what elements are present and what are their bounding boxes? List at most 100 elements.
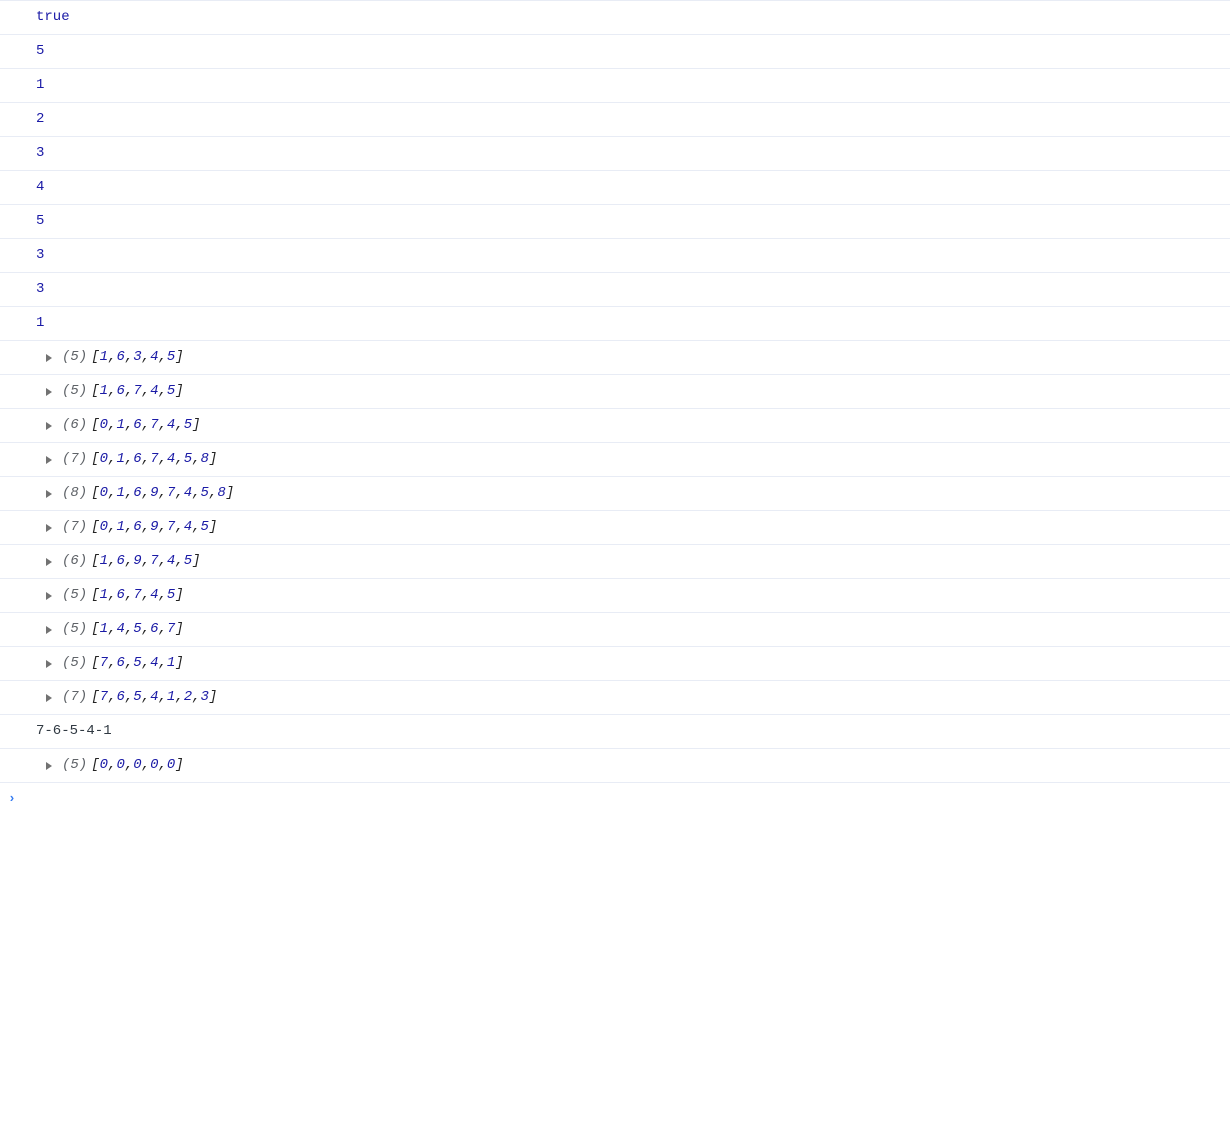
array-open-bracket: [ <box>91 653 99 674</box>
array-item: 5 <box>201 517 209 538</box>
array-item: 6 <box>116 687 124 708</box>
array-item: 7 <box>150 415 158 436</box>
array-comma: , <box>108 483 116 504</box>
array-comma: , <box>158 551 166 572</box>
array-length: (5) <box>62 755 87 776</box>
array-comma: , <box>158 585 166 606</box>
array-comma: , <box>175 687 183 708</box>
expand-triangle-icon[interactable] <box>46 558 52 566</box>
expand-triangle-icon[interactable] <box>46 762 52 770</box>
expand-triangle-icon[interactable] <box>46 422 52 430</box>
array-comma: , <box>125 755 133 776</box>
array-comma: , <box>192 687 200 708</box>
console-row[interactable]: (7) [0, 1, 6, 7, 4, 5, 8] <box>0 443 1230 477</box>
array-item: 5 <box>184 551 192 572</box>
console-row: 5 <box>0 35 1230 69</box>
array-item: 7 <box>133 585 141 606</box>
array-length: (7) <box>62 449 87 470</box>
array-comma: , <box>108 551 116 572</box>
console-row[interactable]: (5) [1, 4, 5, 6, 7] <box>0 613 1230 647</box>
array-comma: , <box>175 517 183 538</box>
array-comma: , <box>192 449 200 470</box>
expand-triangle-icon[interactable] <box>46 660 52 668</box>
console-row[interactable]: (7) [7, 6, 5, 4, 1, 2, 3] <box>0 681 1230 715</box>
array-item: 6 <box>116 381 124 402</box>
array-item: 1 <box>116 483 124 504</box>
console-row[interactable]: (5) [1, 6, 7, 4, 5] <box>0 375 1230 409</box>
array-comma: , <box>108 381 116 402</box>
array-close-bracket: ] <box>175 619 183 640</box>
array-comma: , <box>142 551 150 572</box>
array-item: 3 <box>201 687 209 708</box>
expand-triangle-icon[interactable] <box>46 592 52 600</box>
array-comma: , <box>142 585 150 606</box>
array-item: 0 <box>100 415 108 436</box>
array-close-bracket: ] <box>209 687 217 708</box>
array-comma: , <box>142 653 150 674</box>
expand-triangle-icon[interactable] <box>46 456 52 464</box>
array-item: 8 <box>201 449 209 470</box>
console-row[interactable]: (5) [1, 6, 7, 4, 5] <box>0 579 1230 613</box>
array-item: 1 <box>100 585 108 606</box>
array-item: 0 <box>100 449 108 470</box>
console-row[interactable]: (5) [7, 6, 5, 4, 1] <box>0 647 1230 681</box>
expand-triangle-icon[interactable] <box>46 354 52 362</box>
array-item: 1 <box>116 449 124 470</box>
number-value: 5 <box>36 211 44 232</box>
console-row: 1 <box>0 69 1230 103</box>
array-item: 0 <box>150 755 158 776</box>
array-item: 7 <box>100 687 108 708</box>
array-comma: , <box>108 347 116 368</box>
console-prompt-row[interactable]: › <box>0 783 1230 815</box>
array-comma: , <box>108 517 116 538</box>
array-close-bracket: ] <box>192 415 200 436</box>
array-item: 4 <box>167 449 175 470</box>
array-comma: , <box>158 483 166 504</box>
array-comma: , <box>142 415 150 436</box>
array-item: 3 <box>133 347 141 368</box>
array-length: (8) <box>62 483 87 504</box>
array-comma: , <box>175 449 183 470</box>
array-comma: , <box>125 687 133 708</box>
array-item: 9 <box>150 517 158 538</box>
console-row[interactable]: (6) [1, 6, 9, 7, 4, 5] <box>0 545 1230 579</box>
array-item: 4 <box>150 687 158 708</box>
console-row[interactable]: (7) [0, 1, 6, 9, 7, 4, 5] <box>0 511 1230 545</box>
expand-triangle-icon[interactable] <box>46 388 52 396</box>
array-item: 5 <box>184 415 192 436</box>
array-item: 5 <box>167 381 175 402</box>
array-length: (5) <box>62 619 87 640</box>
array-item: 4 <box>116 619 124 640</box>
array-comma: , <box>125 347 133 368</box>
console-row[interactable]: (8) [0, 1, 6, 9, 7, 4, 5, 8] <box>0 477 1230 511</box>
console-row[interactable]: (5) [0, 0, 0, 0, 0] <box>0 749 1230 783</box>
array-item: 1 <box>100 347 108 368</box>
array-comma: , <box>125 381 133 402</box>
expand-triangle-icon[interactable] <box>46 490 52 498</box>
console-row: 3 <box>0 273 1230 307</box>
expand-triangle-icon[interactable] <box>46 694 52 702</box>
console-row[interactable]: (6) [0, 1, 6, 7, 4, 5] <box>0 409 1230 443</box>
array-close-bracket: ] <box>175 381 183 402</box>
array-length: (5) <box>62 653 87 674</box>
expand-triangle-icon[interactable] <box>46 626 52 634</box>
console-row[interactable]: (5) [1, 6, 3, 4, 5] <box>0 341 1230 375</box>
array-item: 1 <box>167 653 175 674</box>
array-item: 1 <box>100 381 108 402</box>
expand-triangle-icon[interactable] <box>46 524 52 532</box>
console-row: 5 <box>0 205 1230 239</box>
array-item: 0 <box>133 755 141 776</box>
array-item: 6 <box>133 449 141 470</box>
array-item: 7 <box>100 653 108 674</box>
number-value: 3 <box>36 143 44 164</box>
array-item: 6 <box>116 347 124 368</box>
array-open-bracket: [ <box>91 483 99 504</box>
array-item: 8 <box>217 483 225 504</box>
array-open-bracket: [ <box>91 687 99 708</box>
array-close-bracket: ] <box>175 585 183 606</box>
array-item: 4 <box>150 381 158 402</box>
array-open-bracket: [ <box>91 415 99 436</box>
array-comma: , <box>125 449 133 470</box>
array-open-bracket: [ <box>91 619 99 640</box>
array-close-bracket: ] <box>175 347 183 368</box>
